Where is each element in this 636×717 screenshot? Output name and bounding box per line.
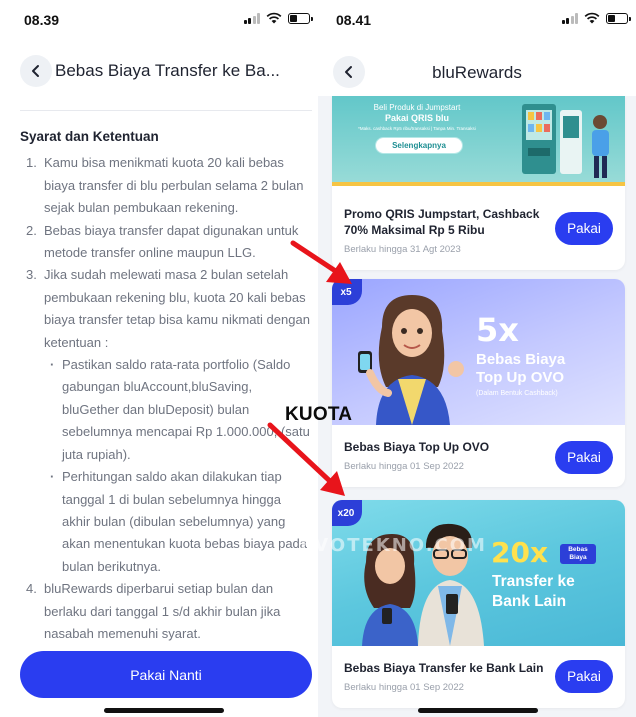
term-text: bluRewards diperbarui setiap bulan dan b… <box>44 581 281 641</box>
banner-multiplier: 5x <box>476 311 519 349</box>
back-button[interactable] <box>20 55 52 87</box>
signal-icon <box>243 12 260 24</box>
sub-terms-list: Pastikan saldo rata-rata portfolio (Sald… <box>44 354 312 578</box>
banner-line: Bank Lain <box>492 593 567 610</box>
top-bar: bluRewards <box>318 36 636 96</box>
quota-badge: x5 <box>332 279 362 305</box>
status-bar: 08.39 <box>0 0 318 36</box>
reward-title: Promo QRIS Jumpstart, Cashback 70% Maksi… <box>344 207 540 237</box>
screenshot-composite: 08.39 Bebas Biaya Transfer ke Ba... Syar… <box>0 0 636 717</box>
home-indicator <box>418 708 538 713</box>
term-text: Kamu bisa menikmati kuota 20 kali bebas … <box>44 155 304 216</box>
status-bar: 08.41 <box>318 0 636 36</box>
banner-line: Top Up OVO <box>476 369 565 386</box>
reward-expiry: Berlaku hingga 01 Sep 2022 <box>344 461 464 472</box>
page-title: Bebas Biaya Transfer ke Ba... <box>55 61 280 80</box>
banner-line: Bebas Biaya <box>476 351 566 368</box>
banner-stripe <box>332 182 625 186</box>
banner-fineprint: *Maks. cashback Rp5 ribu/transaksi | Tan… <box>358 126 476 131</box>
term-number: 1. <box>26 155 37 171</box>
home-indicator <box>104 708 224 713</box>
status-icons <box>561 12 631 24</box>
terms-heading: Syarat dan Ketentuan <box>20 129 159 144</box>
terms-section: Syarat dan Ketentuan 1. Kamu bisa menikm… <box>20 126 312 645</box>
reward-info: Promo QRIS Jumpstart, Cashback 70% Maksi… <box>344 206 553 255</box>
banner-tag: Bebas Biaya <box>560 544 596 564</box>
chevron-left-icon <box>32 65 39 77</box>
reward-title: Bebas Biaya Top Up OVO <box>344 440 490 454</box>
banner-multiplier: 20x <box>491 536 549 569</box>
term-number: 2. <box>26 222 37 238</box>
reward-info: Bebas Biaya Transfer ke Bank Lain Berlak… <box>344 660 553 693</box>
quota-badge: x20 <box>332 500 362 526</box>
reward-expiry: Berlaku hingga 01 Sep 2022 <box>344 682 464 693</box>
status-time: 08.41 <box>336 12 372 28</box>
term-number: 4. <box>26 581 37 597</box>
reward-card-qris-jumpstart[interactable]: Beli Produk di Jumpstart Pakai QRIS blu … <box>332 96 625 270</box>
status-icons <box>243 12 313 24</box>
reward-info: Bebas Biaya Top Up OVO Berlaku hingga 01… <box>344 439 553 472</box>
pakai-button[interactable]: Pakai <box>555 212 613 245</box>
woman-phone-illustration <box>358 295 464 425</box>
banner-line: Beli Produk di Jumpstart <box>373 103 461 112</box>
page-title: bluRewards <box>432 63 522 82</box>
term-item: 4. bluRewards diperbarui setiap bulan da… <box>20 578 312 645</box>
status-time: 08.39 <box>24 12 60 28</box>
battery-icon <box>606 12 631 24</box>
reward-banner-image: Beli Produk di Jumpstart Pakai QRIS blu … <box>332 96 625 186</box>
banner-note: (Dalam Bentuk Cashback) <box>476 390 558 397</box>
kuota-annotation-label: KUOTA <box>285 404 353 425</box>
term-item: 2. Bebas biaya transfer dapat digunakan … <box>20 220 312 265</box>
header-divider <box>20 110 312 111</box>
wifi-icon <box>266 12 282 24</box>
reward-card-transfer-bank-lain[interactable]: 20x Bebas Biaya Transfer ke Bank Lain x2… <box>332 500 625 708</box>
term-text: Bebas biaya transfer dapat digunakan unt… <box>44 222 299 261</box>
banner-line: Transfer ke <box>492 573 575 590</box>
selengkapnya-button: Selengkapnya <box>375 137 463 154</box>
term-item: 1. Kamu bisa menikmati kuota 20 kali beb… <box>20 152 312 219</box>
reward-title: Bebas Biaya Transfer ke Bank Lain <box>344 661 544 675</box>
pakai-button[interactable]: Pakai <box>555 660 613 693</box>
vending-machine-illustration <box>522 104 609 178</box>
term-number: 3. <box>26 267 37 283</box>
signal-icon <box>561 12 578 24</box>
reward-banner-image: 5x Bebas Biaya Top Up OVO (Dalam Bentuk … <box>332 279 625 425</box>
sub-term-item: Perhitungan saldo akan dilakukan tiap ta… <box>44 466 312 578</box>
right-phone-screen: 08.41 bluRewards Beli Produk di Jumpstar… <box>318 0 636 717</box>
reward-banner-image: 20x Bebas Biaya Transfer ke Bank Lain <box>332 500 625 646</box>
reward-card-top-up-ovo[interactable]: 5x Bebas Biaya Top Up OVO (Dalam Bentuk … <box>332 279 625 487</box>
battery-icon <box>288 12 313 24</box>
term-text: Jika sudah melewati masa 2 bulan setelah… <box>44 267 310 350</box>
reward-expiry: Berlaku hingga 31 Agt 2023 <box>344 244 461 255</box>
wifi-icon <box>584 12 600 24</box>
terms-list: 1. Kamu bisa menikmati kuota 20 kali beb… <box>20 152 312 645</box>
term-item: 3. Jika sudah melewati masa 2 bulan sete… <box>20 264 312 578</box>
pakai-nanti-button[interactable]: Pakai Nanti <box>20 651 312 698</box>
left-phone-screen: 08.39 Bebas Biaya Transfer ke Ba... Syar… <box>0 0 318 717</box>
watermark: EVOTEKNO.COM <box>300 535 487 556</box>
banner-headline: Beli Produk di Jumpstart Pakai QRIS blu <box>342 102 492 124</box>
pakai-button[interactable]: Pakai <box>555 441 613 474</box>
banner-line: Pakai QRIS blu <box>384 113 450 123</box>
sub-term-item: Pastikan saldo rata-rata portfolio (Sald… <box>44 354 312 466</box>
